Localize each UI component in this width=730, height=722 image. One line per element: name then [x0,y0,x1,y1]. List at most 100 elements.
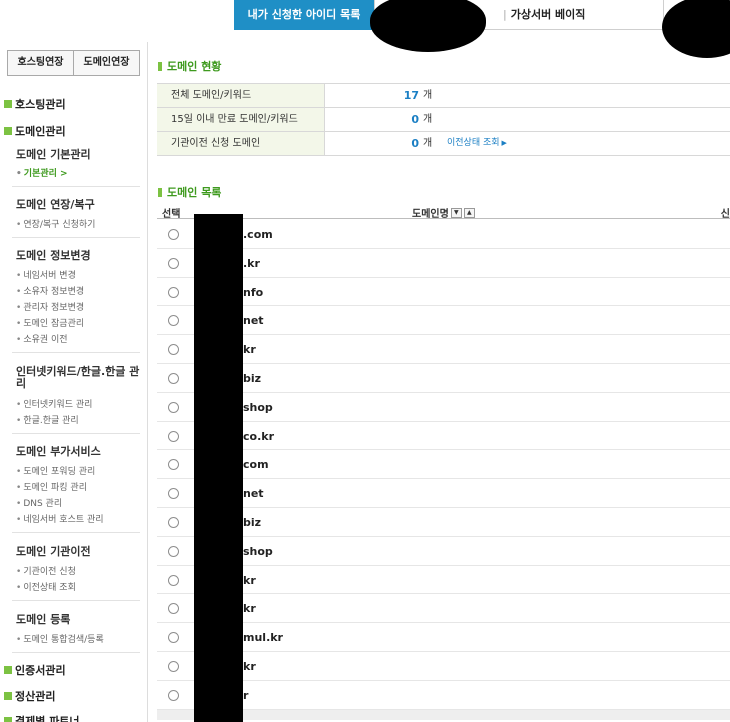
transfer-status-link[interactable]: 이전상태 조회 ▶ [447,132,507,155]
sort-desc-icon[interactable]: ▼ [450,207,462,218]
sidebar-cat-billing[interactable]: 정산관리 [4,688,55,704]
status-label: 15일 이내 만료 도메인/키워드 [157,108,325,131]
sidebar-item-label: 도메인 포워딩 관리 [23,467,96,477]
sidebar-item-basic-manage[interactable]: • 기본관리 > [16,166,68,179]
section-title-label: 도메인 목록 [167,186,222,199]
extend-toggle: 호스팅연장 도메인연장 [7,50,140,76]
sidebar-item-label: 네임서버 호스트 관리 [23,515,104,525]
bullet-icon: • [16,319,22,329]
sidebar-item-extend-restore[interactable]: • 연장/복구 신청하기 [16,217,95,230]
select-radio[interactable] [168,257,179,269]
select-radio[interactable] [168,286,179,298]
status-value[interactable]: 0 [325,108,419,131]
domain-name[interactable]: shop [243,401,273,414]
domain-name[interactable]: kr [243,574,256,587]
select-radio[interactable] [168,229,179,240]
domain-name[interactable]: shop [243,545,273,558]
select-radio[interactable] [168,545,179,557]
domain-name[interactable]: r [243,689,248,702]
sidebar-item-forwarding[interactable]: • 도메인 포워딩 관리 [16,464,95,477]
tab-my-id-list[interactable]: 내가 신청한 아이디 목록 [234,0,374,30]
bullet-icon: • [16,169,22,179]
select-radio[interactable] [168,372,179,384]
status-value[interactable]: 17 [325,84,419,107]
section-title-domain-list: 도메인 목록 [158,184,221,200]
sidebar-item-ns-host[interactable]: • 네임서버 호스트 관리 [16,512,104,525]
bullet-icon: • [16,400,22,410]
sidebar-group-title: 도메인 기본관리 [16,148,91,161]
sidebar-item-transfer-status[interactable]: • 이전상태 조회 [16,580,76,593]
domain-name[interactable]: net [243,487,264,500]
sidebar-item-dns[interactable]: • DNS 관리 [16,496,62,509]
bullet-icon: • [16,271,22,281]
bullet-square-icon [4,692,12,700]
domain-name[interactable]: net [243,314,264,327]
sidebar-group-title: 도메인 기관이전 [16,545,91,558]
domain-name[interactable]: kr [243,660,256,673]
bullet-square-icon [4,666,12,674]
domain-name[interactable]: .kr [243,257,260,270]
sidebar-item-owner-change[interactable]: • 소유자 정보변경 [16,284,84,297]
sidebar-item-hangul-manage[interactable]: • 한글.한글 관리 [16,413,79,426]
select-radio[interactable] [168,315,179,327]
sidebar-item-transfer-request[interactable]: • 기관이전 신청 [16,564,76,577]
sidebar-item-keyword-manage[interactable]: • 인터넷키워드 관리 [16,397,92,410]
hosting-extend-button[interactable]: 호스팅연장 [7,50,74,76]
sidebar-item-ownership-transfer[interactable]: • 소유권 이전 [16,332,68,345]
top-bar: 내가 신청한 아이디 목록 | 가상서버 베이직 [0,0,730,58]
domain-name[interactable]: kr [243,343,256,356]
select-radio[interactable] [168,459,179,471]
sidebar-item-parking[interactable]: • 도메인 파킹 관리 [16,480,87,493]
select-radio[interactable] [168,689,179,701]
select-radio[interactable] [168,516,179,528]
sidebar-item-label: 한글.한글 관리 [23,416,79,426]
domain-name[interactable]: biz [243,372,261,385]
select-radio[interactable] [168,488,179,500]
bullet-icon: • [16,499,22,509]
sidebar-cat-cert[interactable]: 인증서관리 [4,662,66,678]
sidebar-item-nameserver-change[interactable]: • 네임서버 변경 [16,268,76,281]
select-radio[interactable] [168,660,179,672]
bullet-icon: • [16,483,22,493]
col-domain-label: 도메인명 [412,209,449,220]
section-bar-icon [158,61,162,71]
sidebar-group-title: 도메인 연장/복구 [16,198,95,211]
bullet-icon: • [16,635,22,645]
status-row: 15일 이내 만료 도메인/키워드 0 개 [157,108,730,132]
select-radio[interactable] [168,430,179,442]
bullet-icon: • [16,287,22,297]
sidebar-item-domain-lock[interactable]: • 도메인 잠금관리 [16,316,84,329]
select-radio[interactable] [168,401,179,413]
col-select: 선택 [162,209,181,220]
bullet-icon: • [16,416,22,426]
domain-name[interactable]: co.kr [243,430,274,443]
sidebar-item-domain-search[interactable]: • 도메인 통합검색/등록 [16,632,104,645]
sidebar-cat-domain[interactable]: 도메인관리 [4,123,66,139]
bullet-icon: • [16,303,22,313]
status-row: 기관이전 신청 도메인 0 개 이전상태 조회 ▶ [157,132,730,156]
domain-name[interactable]: com [243,458,269,471]
sort-asc-icon[interactable]: ▲ [463,207,475,218]
status-value[interactable]: 0 [325,132,419,155]
domain-name[interactable]: mul.kr [243,631,283,644]
domain-name[interactable]: kr [243,602,256,615]
domain-name[interactable]: .com [243,228,273,241]
sidebar-item-label: 이전상태 조회 [23,583,76,593]
status-row: 전체 도메인/키워드 17 개 [157,84,730,108]
select-radio[interactable] [168,632,179,644]
bullet-icon: • [16,515,22,525]
select-radio[interactable] [168,344,179,356]
sidebar-cat-label: 결제별 파트너 [15,715,80,722]
divider [12,532,140,533]
sidebar-cat-hosting[interactable]: 호스팅관리 [4,96,66,112]
domain-name[interactable]: nfo [243,286,263,299]
col-right: 신 [720,209,730,220]
status-label: 전체 도메인/키워드 [157,84,325,107]
domain-extend-button[interactable]: 도메인연장 [73,50,140,76]
domain-name[interactable]: biz [243,516,261,529]
select-radio[interactable] [168,574,179,586]
sidebar-item-label: DNS 관리 [23,499,63,509]
sidebar-item-admin-change[interactable]: • 관리자 정보변경 [16,300,84,313]
select-radio[interactable] [168,603,179,615]
sidebar-cat-partner[interactable]: 결제별 파트너 [4,713,80,722]
